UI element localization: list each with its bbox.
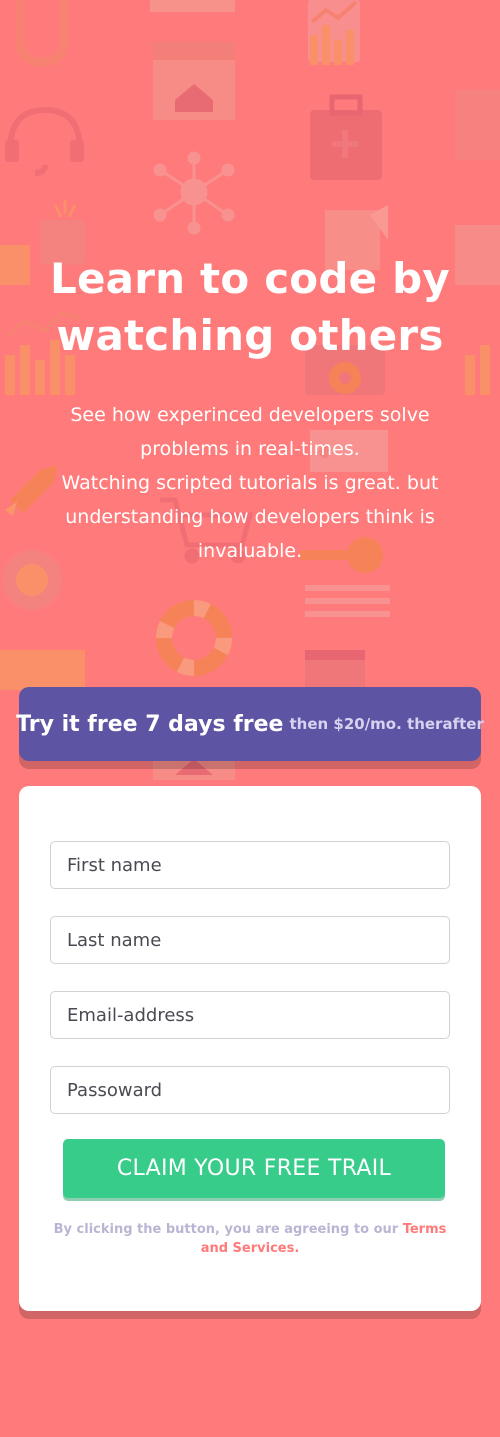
toolbox-icon bbox=[310, 94, 382, 180]
browser-icon bbox=[153, 42, 235, 120]
terms-notice: By clicking the button, you are agreeing… bbox=[50, 1220, 450, 1258]
hero-description-line: See how experinced developers solve prob… bbox=[70, 404, 430, 460]
promo-price-text: then $20/mo. therafter bbox=[289, 715, 484, 733]
last-name-input[interactable] bbox=[50, 916, 450, 964]
window-icon bbox=[150, 0, 235, 12]
magnet-icon bbox=[15, 0, 69, 67]
headset-icon bbox=[7, 106, 83, 176]
hero-description: See how experinced developers solve prob… bbox=[40, 398, 460, 568]
hero-description-line: Watching scripted tutorials is great. bu… bbox=[61, 472, 439, 562]
lifebuoy-icon bbox=[156, 600, 232, 676]
email-input[interactable] bbox=[50, 991, 450, 1039]
trial-promo-banner: Try it free 7 days free then $20/mo. the… bbox=[16, 687, 484, 761]
promo-main-text: Try it free 7 days free bbox=[16, 711, 284, 737]
claim-trial-button[interactable]: CLAIM YOUR FREE TRAIL bbox=[63, 1139, 445, 1198]
password-input[interactable] bbox=[50, 1066, 450, 1114]
terms-text: By clicking the button, you are agreeing… bbox=[53, 1222, 399, 1237]
signup-form: CLAIM YOUR FREE TRAIL By clicking the bu… bbox=[19, 786, 481, 1311]
page-title: Learn to code by watching others bbox=[50, 254, 450, 360]
background-pattern bbox=[0, 0, 500, 780]
document-lines-icon bbox=[305, 585, 390, 617]
first-name-input[interactable] bbox=[50, 841, 450, 889]
network-icon bbox=[153, 151, 235, 235]
